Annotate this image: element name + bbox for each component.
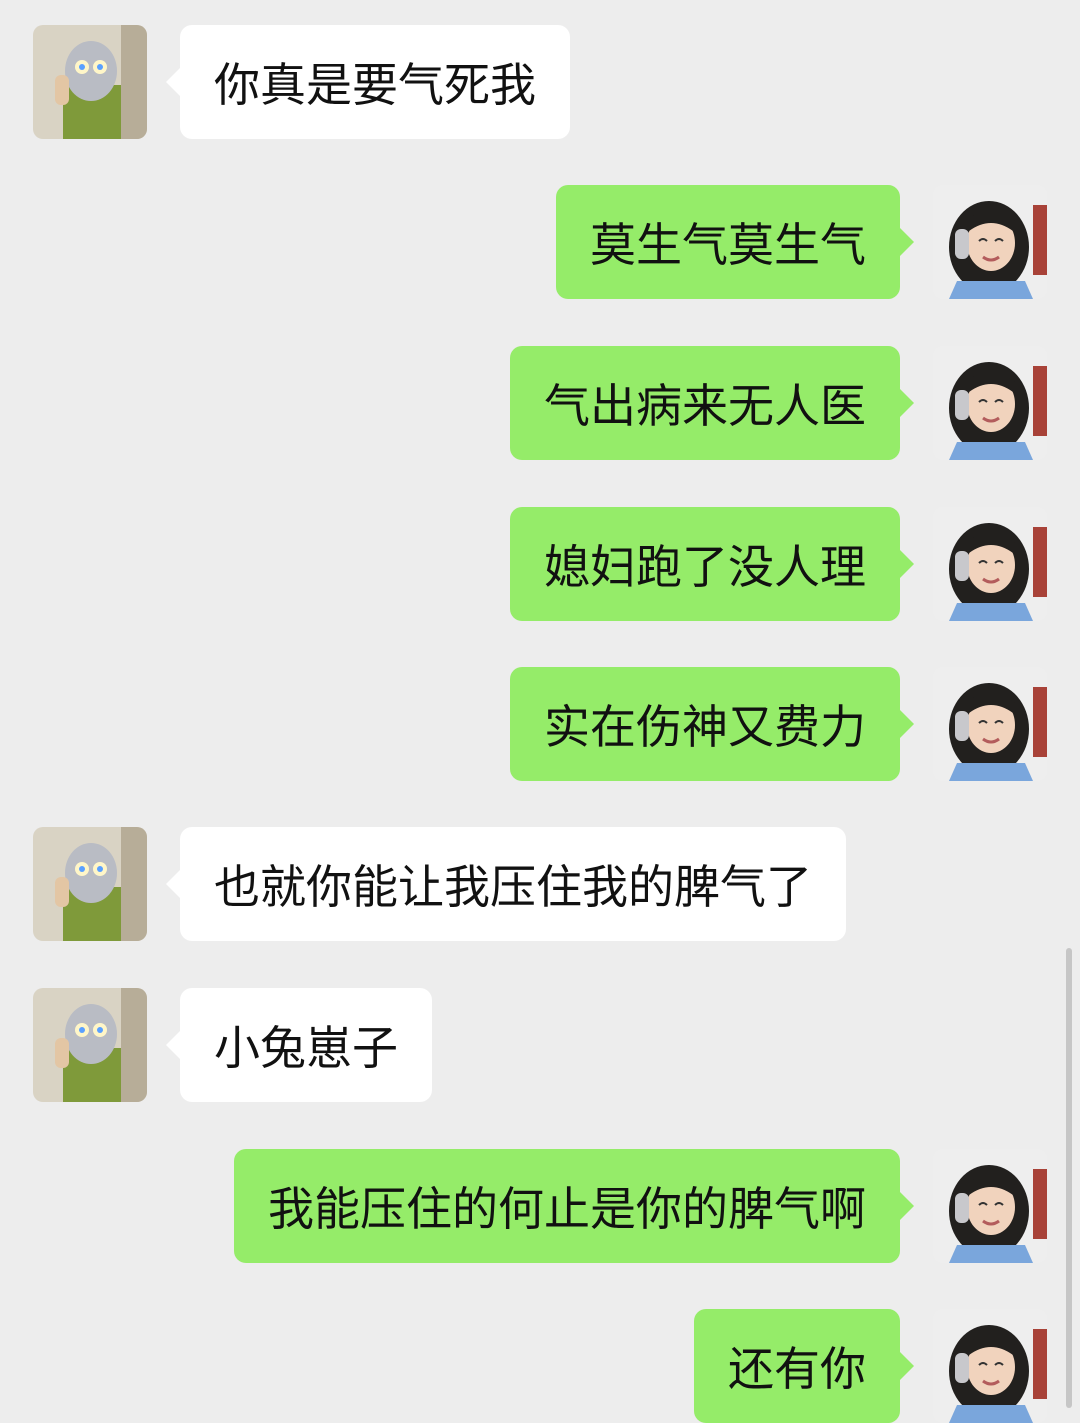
message-row-outgoing: 实在伤神又费力: [0, 667, 1080, 781]
message-bubble[interactable]: 气出病来无人医: [510, 346, 900, 460]
chat-message-list[interactable]: 你真是要气死我 莫生气莫生气 气出病来无人医 媳妇跑了没人理 实在伤神又费力 也…: [0, 0, 1080, 1423]
message-bubble[interactable]: 我能压住的何止是你的脾气啊: [234, 1149, 900, 1263]
self-avatar-icon[interactable]: [933, 1309, 1047, 1423]
bubble-tail: [899, 388, 914, 418]
self-avatar-icon[interactable]: [933, 507, 1047, 621]
message-row-outgoing: 我能压住的何止是你的脾气啊: [0, 1149, 1080, 1263]
bubble-tail: [166, 67, 181, 97]
contact-avatar-icon[interactable]: [33, 827, 147, 941]
contact-avatar-icon[interactable]: [33, 25, 147, 139]
bubble-tail: [899, 549, 914, 579]
message-row-outgoing: 莫生气莫生气: [0, 185, 1080, 299]
bubble-tail: [899, 1191, 914, 1221]
self-avatar-icon[interactable]: [933, 1149, 1047, 1263]
message-row-outgoing: 气出病来无人医: [0, 346, 1080, 460]
message-bubble[interactable]: 莫生气莫生气: [556, 185, 900, 299]
bubble-tail: [899, 1351, 914, 1381]
message-bubble[interactable]: 也就你能让我压住我的脾气了: [180, 827, 846, 941]
message-row-outgoing: 媳妇跑了没人理: [0, 507, 1080, 621]
self-avatar-icon[interactable]: [933, 346, 1047, 460]
bubble-tail: [166, 869, 181, 899]
message-bubble[interactable]: 小兔崽子: [180, 988, 432, 1102]
bubble-tail: [899, 227, 914, 257]
message-bubble[interactable]: 你真是要气死我: [180, 25, 570, 139]
message-row-incoming: 小兔崽子: [0, 988, 1080, 1102]
message-row-incoming: 也就你能让我压住我的脾气了: [0, 827, 1080, 941]
message-row-outgoing: 还有你: [0, 1309, 1080, 1423]
self-avatar-icon[interactable]: [933, 185, 1047, 299]
message-bubble[interactable]: 还有你: [694, 1309, 900, 1423]
scrollbar[interactable]: [1066, 948, 1072, 1408]
message-row-incoming: 你真是要气死我: [0, 25, 1080, 139]
bubble-tail: [166, 1030, 181, 1060]
bubble-tail: [899, 709, 914, 739]
message-bubble[interactable]: 媳妇跑了没人理: [510, 507, 900, 621]
self-avatar-icon[interactable]: [933, 667, 1047, 781]
message-bubble[interactable]: 实在伤神又费力: [510, 667, 900, 781]
contact-avatar-icon[interactable]: [33, 988, 147, 1102]
